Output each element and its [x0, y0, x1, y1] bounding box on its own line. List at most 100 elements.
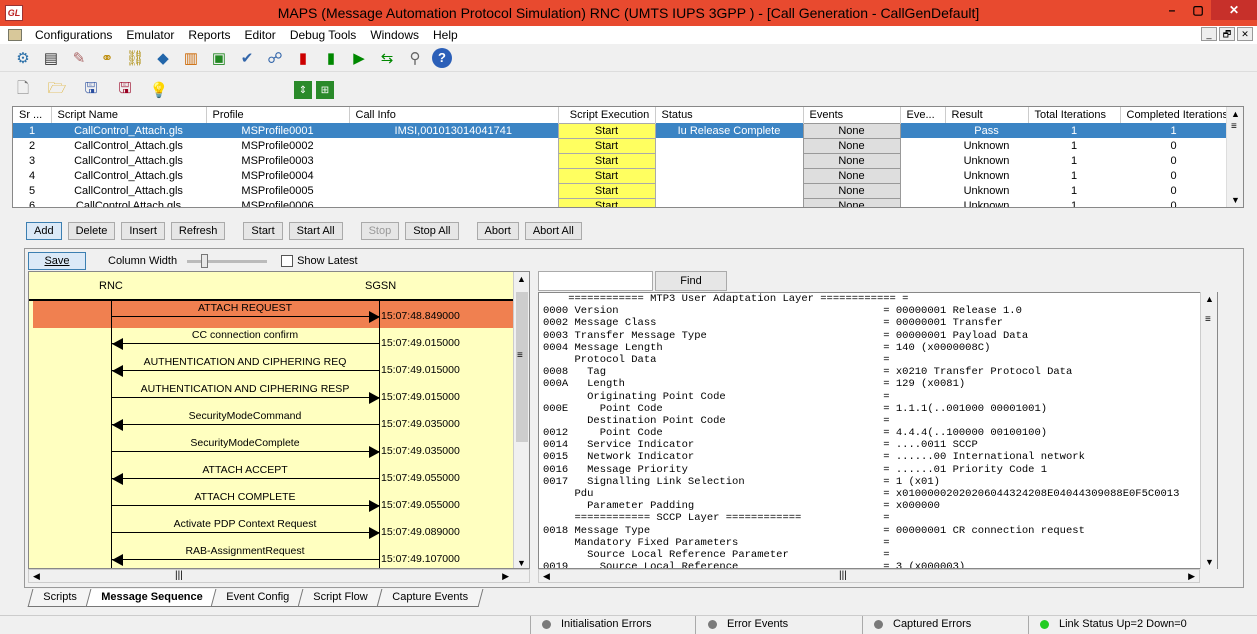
slider-thumb[interactable]: [201, 253, 209, 268]
table-cell[interactable]: None: [802, 137, 901, 154]
sequence-scroll-thumb[interactable]: [516, 292, 528, 442]
menu-windows[interactable]: Windows: [363, 28, 426, 42]
cube-icon[interactable]: ◆: [152, 47, 174, 69]
col-eve[interactable]: Eve...: [900, 107, 946, 123]
table-row[interactable]: 1 CallControl_Attach.gls MSProfile0001 IMSI…: [13, 122, 1227, 139]
sequence-message-label[interactable]: CC connection confirm: [111, 329, 379, 341]
document-icon[interactable]: [8, 29, 22, 41]
maximize-button[interactable]: ▢: [1185, 0, 1211, 20]
table-cell[interactable]: Start: [557, 167, 656, 184]
table-cell[interactable]: None: [802, 197, 901, 207]
menu-reports[interactable]: Reports: [181, 28, 237, 42]
col-status[interactable]: Status: [655, 107, 804, 123]
sequence-horizontal-scrollbar[interactable]: ◀ ||| ▶: [28, 569, 530, 583]
save-button[interactable]: Save: [28, 252, 86, 270]
sequence-message-label[interactable]: ATTACH ACCEPT: [111, 464, 379, 476]
tab-message-sequence[interactable]: Message Sequence: [85, 589, 218, 607]
detail-horizontal-scrollbar[interactable]: ◀ ||| ▶: [538, 569, 1200, 583]
col-completed-iterations[interactable]: Completed Iterations: [1120, 107, 1228, 123]
find-input[interactable]: [538, 271, 653, 291]
checklist-icon[interactable]: ✔: [236, 47, 258, 69]
menu-debug-tools[interactable]: Debug Tools: [283, 28, 364, 42]
table-cell[interactable]: Start: [557, 152, 656, 169]
abort-button[interactable]: Abort: [476, 222, 519, 240]
col-script-name[interactable]: Script Name: [51, 107, 207, 123]
menu-emulator[interactable]: Emulator: [119, 28, 181, 42]
save-icon[interactable]: 🖫: [80, 79, 102, 101]
table-row[interactable]: 3 CallControl_Attach.gls MSProfile0003 Star…: [13, 152, 1227, 169]
list-icon[interactable]: ▤: [40, 47, 62, 69]
cycle-icon[interactable]: ⇆: [376, 47, 398, 69]
abort-all-button[interactable]: Abort All: [524, 222, 582, 240]
column-width-slider[interactable]: [187, 253, 268, 268]
find-button[interactable]: Find: [655, 271, 727, 291]
table-cell[interactable]: Start: [557, 137, 656, 154]
table-row[interactable]: 6 CallControl Attach.gls MSProfile0006 Star…: [13, 197, 1227, 207]
layout1-icon[interactable]: ⇕: [294, 81, 312, 99]
tab-event-config[interactable]: Event Config: [210, 589, 305, 607]
sequence-message-label[interactable]: RAB-AssignmentRequest: [111, 545, 379, 557]
grid-vertical-scrollbar[interactable]: ▲ ≡ ▼: [1226, 107, 1243, 207]
stop-button[interactable]: Stop: [360, 222, 400, 240]
mdi-minimize-button[interactable]: _: [1201, 27, 1217, 41]
col-script-execution[interactable]: Script Execution: [558, 107, 656, 123]
message-detail-view[interactable]: ============ MTP3 User Adaptation Layer …: [538, 292, 1218, 569]
table-cell[interactable]: Start: [557, 182, 656, 199]
save-as-icon[interactable]: 🖫: [114, 79, 136, 101]
add-button[interactable]: Add: [26, 222, 62, 240]
col-total-iterations[interactable]: Total Iterations: [1028, 107, 1121, 123]
table-cell[interactable]: None: [802, 167, 901, 184]
col-sr[interactable]: Sr ...: [13, 107, 52, 123]
gear-icon[interactable]: ⚙: [12, 47, 34, 69]
call-script-icon[interactable]: ▮: [320, 47, 342, 69]
chain-icon[interactable]: ⛓: [124, 47, 146, 69]
sequence-message-label[interactable]: SecurityModeCommand: [111, 410, 379, 422]
tab-script-flow[interactable]: Script Flow: [297, 589, 383, 607]
sequence-message-label[interactable]: AUTHENTICATION AND CIPHERING REQ: [111, 356, 379, 368]
tab-capture-events[interactable]: Capture Events: [376, 589, 483, 607]
table-row[interactable]: 2 CallControl_Attach.gls MSProfile0002 Star…: [13, 137, 1227, 154]
open-folder-icon[interactable]: 🗁: [46, 79, 68, 101]
debug-icon[interactable]: ⚲: [404, 47, 426, 69]
sequence-message-label[interactable]: Activate PDP Context Request: [111, 518, 379, 530]
stop-script-icon[interactable]: ▮: [292, 47, 314, 69]
table-row[interactable]: 4 CallControl_Attach.gls MSProfile0004 Star…: [13, 167, 1227, 184]
close-button[interactable]: ✕: [1211, 0, 1257, 20]
col-profile[interactable]: Profile: [206, 107, 350, 123]
sequence-message-label[interactable]: AUTHENTICATION AND CIPHERING RESP: [111, 383, 379, 395]
mdi-close-button[interactable]: ✕: [1237, 27, 1253, 41]
table-cell[interactable]: Start: [557, 122, 656, 139]
play-script-icon[interactable]: ▶: [348, 47, 370, 69]
lock-icon[interactable]: ▣: [208, 47, 230, 69]
script-edit-icon[interactable]: ✎: [68, 47, 90, 69]
new-file-icon[interactable]: 🗋: [12, 79, 34, 101]
table-cell[interactable]: None: [802, 122, 901, 139]
help-icon[interactable]: ?: [432, 47, 452, 68]
col-result[interactable]: Result: [945, 107, 1029, 123]
pair-icon[interactable]: ⚭: [96, 47, 118, 69]
detail-vertical-scrollbar[interactable]: ▲ ≡ ▼: [1200, 292, 1217, 569]
menu-editor[interactable]: Editor: [237, 28, 282, 42]
show-latest-checkbox[interactable]: [281, 255, 294, 267]
sequence-vertical-scrollbar[interactable]: ▲ ≡ ▼: [513, 272, 529, 568]
refresh-button[interactable]: Refresh: [170, 222, 226, 240]
mdi-restore-button[interactable]: 🗗: [1219, 27, 1235, 41]
table-cell[interactable]: None: [802, 152, 901, 169]
menu-configurations[interactable]: Configurations: [28, 28, 119, 42]
col-call-info[interactable]: Call Info: [349, 107, 559, 123]
delete-button[interactable]: Delete: [67, 222, 116, 240]
menu-help[interactable]: Help: [426, 28, 465, 42]
insert-button[interactable]: Insert: [121, 222, 165, 240]
books-icon[interactable]: ▥: [180, 47, 202, 69]
table-cell[interactable]: None: [802, 182, 901, 199]
start-button[interactable]: Start: [243, 222, 283, 240]
stop-all-button[interactable]: Stop All: [405, 222, 459, 240]
table-cell[interactable]: Start: [557, 197, 656, 207]
table-row[interactable]: 5 CallControl_Attach.gls MSProfile0005 Star…: [13, 182, 1227, 199]
sequence-message-label[interactable]: ATTACH COMPLETE: [111, 491, 379, 503]
network-icon[interactable]: ☍: [264, 47, 286, 69]
col-events[interactable]: Events: [803, 107, 901, 123]
minimize-button[interactable]: –: [1159, 0, 1185, 20]
bulb-icon[interactable]: 💡: [148, 79, 170, 101]
sequence-message-label[interactable]: ATTACH REQUEST: [111, 302, 379, 314]
